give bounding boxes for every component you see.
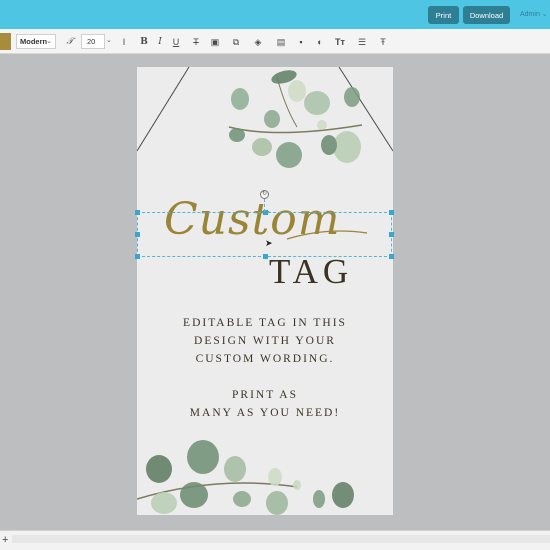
text-toolbar: Modern ⌄ 𝒯 20 ⌄ I B I U T ▣ ⧉ ◈ ▤ ▪ ◐ Tт… <box>0 29 550 54</box>
bold-icon[interactable]: B <box>138 36 150 48</box>
tag-document[interactable]: Custom TAG EDITABLE TAG IN THIS DESIGN W… <box>137 67 393 515</box>
font-size-input[interactable]: 20 <box>81 34 105 49</box>
layers-icon[interactable]: ◈ <box>252 36 264 48</box>
rotate-connector <box>264 199 265 212</box>
add-page-button[interactable]: + <box>2 534 8 546</box>
download-button[interactable]: Download <box>463 6 510 24</box>
image-icon[interactable]: ▣ <box>209 36 221 48</box>
color-fill-icon[interactable]: ◐ <box>314 36 326 48</box>
body-line-2[interactable]: DESIGN WITH YOUR <box>137 335 393 347</box>
text-transform-icon[interactable]: Ŧ <box>377 36 389 48</box>
duplicate-icon[interactable]: ⧉ <box>230 36 242 48</box>
underline-icon[interactable]: U <box>170 36 182 48</box>
eucalyptus-decoration <box>137 67 393 515</box>
rotate-icon[interactable]: ↻ <box>260 190 269 199</box>
chevron-down-icon: ⌄ <box>541 11 548 18</box>
italic-icon[interactable]: I <box>154 36 166 48</box>
chevron-down-icon[interactable]: ⌄ <box>106 36 112 44</box>
horizontal-scrollbar[interactable] <box>12 535 550 543</box>
admin-menu[interactable]: Admin ⌄ <box>520 10 548 18</box>
font-family-select[interactable]: Modern ⌄ <box>16 34 56 49</box>
body-line-1[interactable]: EDITABLE TAG IN THIS <box>137 317 393 329</box>
align-icon[interactable]: ▤ <box>275 36 287 48</box>
chevron-down-icon: ⌄ <box>46 38 52 45</box>
tag-heading[interactable]: TAG <box>269 252 353 292</box>
app-header: Print Download Admin ⌄ <box>0 0 550 29</box>
line-height-icon[interactable]: I <box>118 36 130 48</box>
print-button[interactable]: Print <box>428 6 459 24</box>
lock-icon[interactable]: ▪ <box>295 36 307 48</box>
script-heading[interactable]: Custom <box>164 194 340 245</box>
font-family-value: Modern <box>20 37 48 46</box>
text-size-icon[interactable]: Tт <box>334 36 346 48</box>
list-icon[interactable]: ☰ <box>356 36 368 48</box>
strikethrough-icon[interactable]: T <box>190 36 202 48</box>
body-line-5[interactable]: MANY AS YOU NEED! <box>137 407 393 419</box>
mouse-cursor-icon: ➤ <box>265 238 273 248</box>
bottom-bar: + <box>0 530 550 550</box>
body-line-4[interactable]: PRINT AS <box>137 389 393 401</box>
admin-label: Admin <box>520 11 540 18</box>
color-swatch[interactable] <box>0 33 11 50</box>
font-style-icon[interactable]: 𝒯 <box>64 36 76 48</box>
body-line-3[interactable]: CUSTOM WORDING. <box>137 353 393 365</box>
